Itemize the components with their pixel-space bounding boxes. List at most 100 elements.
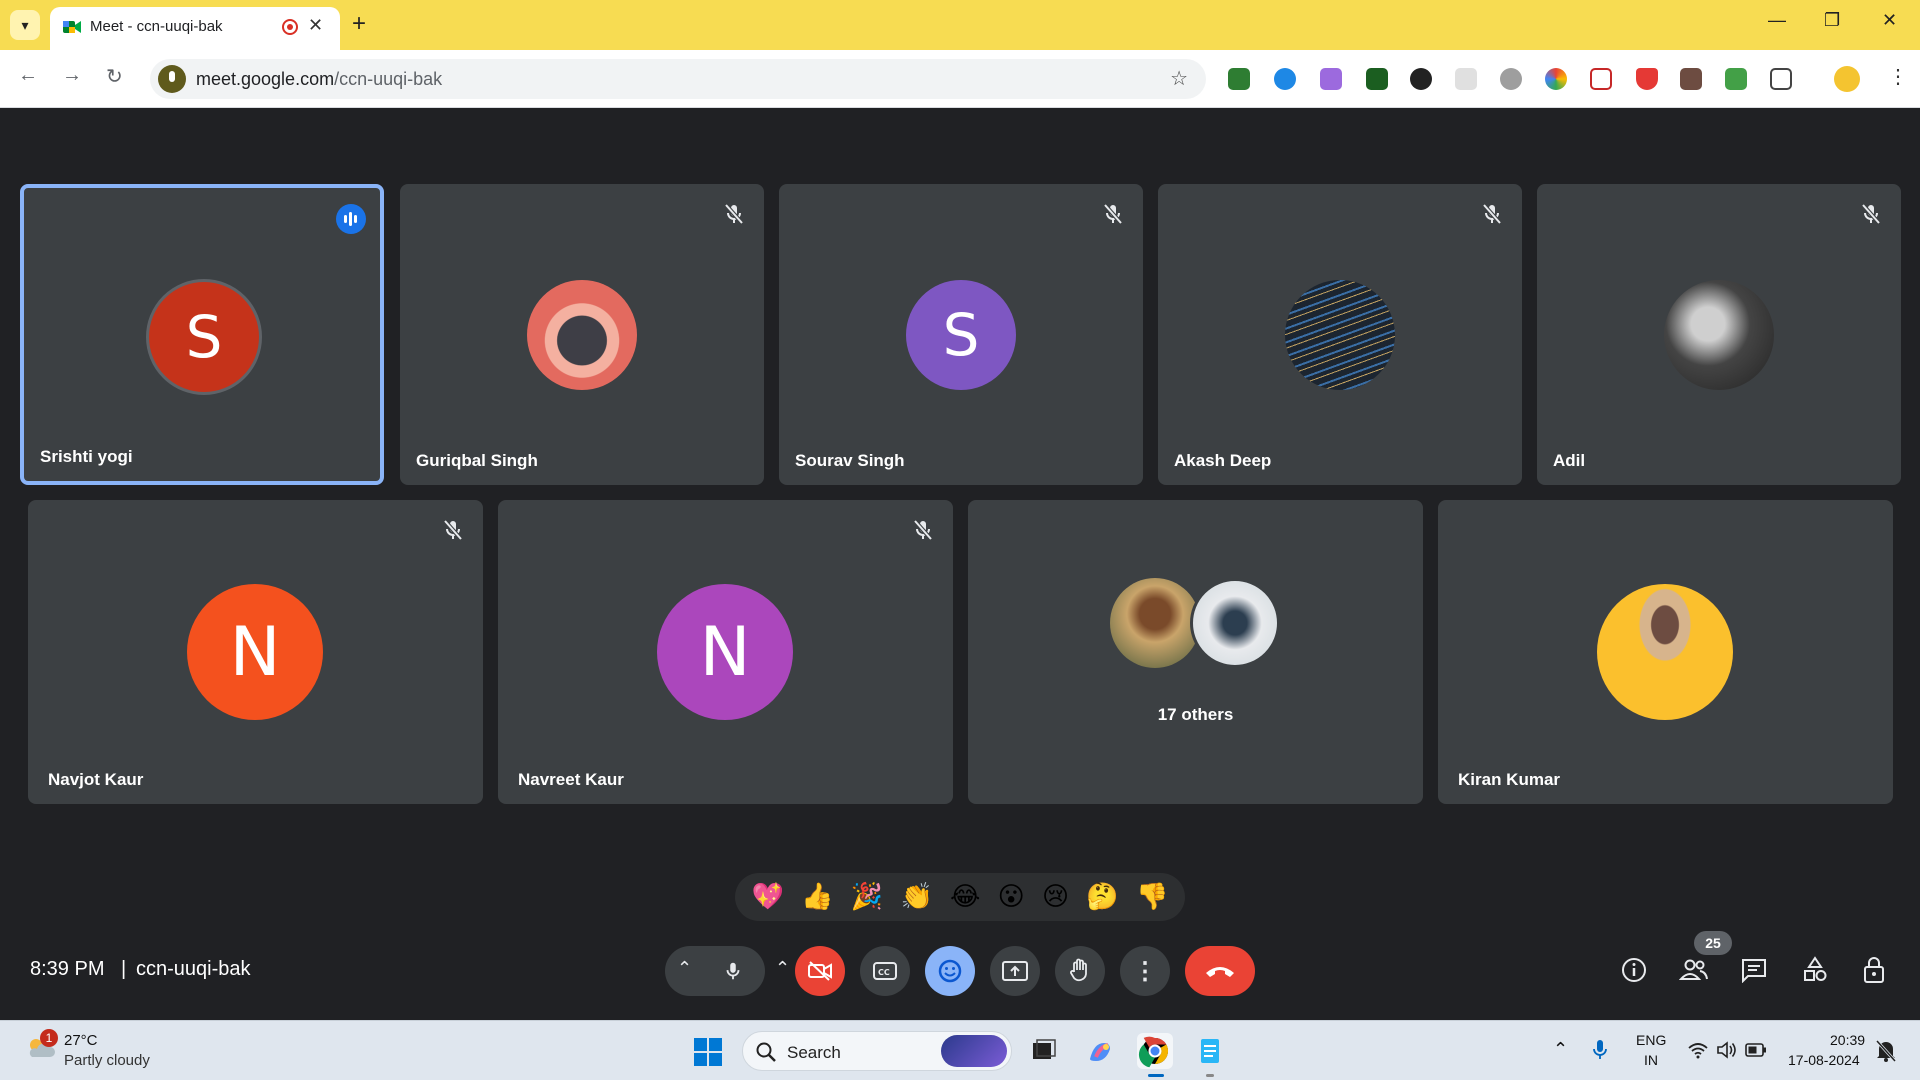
activities-button[interactable] — [1798, 953, 1832, 987]
reaction-heart[interactable]: 💖 — [752, 882, 784, 912]
more-options-button[interactable]: ⋮ — [1120, 946, 1170, 996]
weather-condition[interactable]: Partly cloudy — [64, 1052, 150, 1069]
meeting-code: ccn-uuqi-bak — [136, 958, 251, 980]
reload-icon[interactable]: ↻ — [106, 64, 123, 89]
people-button[interactable] — [1677, 953, 1711, 987]
avatar: N — [657, 584, 793, 720]
meeting-info-button[interactable] — [1617, 953, 1651, 987]
present-button[interactable] — [990, 946, 1040, 996]
chat-icon — [1742, 959, 1766, 983]
tab-meet[interactable]: Meet - ccn-uuqi-bak ✕ — [50, 7, 340, 50]
extension-color-icon[interactable] — [1545, 68, 1567, 90]
extensions-puzzle-icon[interactable] — [1770, 68, 1792, 90]
reaction-laugh[interactable]: 😂 — [950, 882, 980, 912]
task-view-icon[interactable] — [1025, 1033, 1061, 1069]
weather-temperature[interactable]: 27°C — [64, 1032, 98, 1049]
reaction-thumbs-up[interactable]: 👍 — [801, 882, 833, 912]
extension-grammarly-icon[interactable] — [1500, 68, 1522, 90]
mic-button[interactable] — [711, 949, 755, 993]
avatar-photo — [1285, 280, 1395, 390]
mic-options-icon[interactable]: ⌃ — [677, 958, 692, 979]
emoji-button[interactable] — [925, 946, 975, 996]
avatar-photo — [1110, 578, 1200, 668]
camera-options-icon[interactable]: ⌃ — [775, 958, 790, 979]
participant-tile[interactable]: Kiran Kumar — [1438, 500, 1893, 804]
extension-shield-icon[interactable] — [1636, 68, 1658, 90]
participant-tile[interactable]: Akash Deep — [1158, 184, 1522, 485]
taskbar-search-box[interactable]: Search — [742, 1031, 1012, 1071]
tab-close-icon[interactable]: ✕ — [308, 15, 323, 36]
extension-green-icon[interactable] — [1366, 68, 1388, 90]
show-hidden-icons-icon[interactable]: ⌃ — [1553, 1039, 1568, 1060]
reaction-thumbs-down[interactable]: 👎 — [1136, 882, 1168, 912]
language-line1[interactable]: ENG — [1636, 1032, 1666, 1048]
avatar-photo — [527, 280, 637, 390]
back-icon[interactable]: ← — [18, 64, 38, 87]
host-controls-button[interactable] — [1858, 953, 1892, 987]
captions-button[interactable]: CC — [860, 946, 910, 996]
extension-arrow-icon[interactable] — [1725, 68, 1747, 90]
meeting-separator: | — [121, 958, 127, 980]
language-line2[interactable]: IN — [1644, 1052, 1658, 1068]
emoji-icon — [938, 959, 962, 983]
participant-name: Navjot Kaur — [48, 770, 144, 789]
clock-date[interactable]: 17-08-2024 — [1788, 1052, 1860, 1068]
extension-purple-icon[interactable] — [1320, 68, 1342, 90]
mic-off-icon — [913, 519, 933, 541]
extension-grid-icon[interactable] — [1455, 68, 1477, 90]
forward-icon[interactable]: → — [62, 64, 82, 87]
avatar: N — [187, 584, 323, 720]
extension-pen-icon[interactable] — [1228, 68, 1250, 90]
participant-tile[interactable]: Guriqbal Singh — [400, 184, 764, 485]
extension-x-icon[interactable] — [1680, 68, 1702, 90]
raise-hand-icon — [1070, 958, 1087, 982]
notepad-icon[interactable] — [1192, 1033, 1228, 1069]
camera-off-button[interactable] — [795, 946, 845, 996]
participant-name: Guriqbal Singh — [416, 451, 538, 470]
participant-name: Kiran Kumar — [1458, 770, 1561, 789]
others-tile[interactable]: 17 others — [968, 500, 1423, 804]
minimize-button[interactable]: — — [1768, 10, 1786, 31]
avatar: S — [146, 279, 262, 395]
tray-mic-icon[interactable] — [1592, 1039, 1608, 1061]
tab-search-button[interactable]: ▾ — [10, 10, 40, 40]
reaction-thinking[interactable]: 🤔 — [1086, 882, 1118, 912]
bookmark-star-icon[interactable]: ☆ — [1170, 66, 1188, 91]
extension-sync-icon[interactable] — [1274, 68, 1296, 90]
avatar-photo — [1597, 584, 1733, 720]
chrome-active-indicator — [1148, 1074, 1164, 1077]
restore-button[interactable]: ❐ — [1824, 10, 1840, 31]
reaction-surprised[interactable]: 😮 — [998, 882, 1025, 912]
reaction-clap[interactable]: 👏 — [900, 882, 932, 912]
copilot-icon[interactable] — [1082, 1033, 1118, 1069]
extension-w-icon[interactable] — [1410, 68, 1432, 90]
volume-icon[interactable] — [1716, 1040, 1738, 1060]
windows-start-icon[interactable] — [693, 1037, 723, 1067]
participant-tile[interactable]: N Navreet Kaur — [498, 500, 953, 804]
wifi-icon[interactable] — [1688, 1041, 1708, 1059]
chrome-taskbar-icon[interactable] — [1137, 1033, 1173, 1069]
chat-button[interactable] — [1737, 953, 1771, 987]
battery-icon[interactable] — [1745, 1042, 1767, 1058]
mic-off-icon — [1103, 203, 1123, 225]
notifications-bell-icon[interactable] — [1875, 1039, 1897, 1063]
site-mic-icon[interactable] — [158, 65, 186, 93]
svg-text:CC: CC — [878, 968, 890, 977]
reaction-party[interactable]: 🎉 — [851, 882, 883, 912]
participant-name: Navreet Kaur — [518, 770, 624, 789]
participant-tile[interactable]: S Sourav Singh — [779, 184, 1143, 485]
reaction-sad[interactable]: 😢 — [1042, 882, 1069, 912]
extension-url-icon[interactable] — [1590, 68, 1612, 90]
participant-tile[interactable]: Adil — [1537, 184, 1901, 485]
new-tab-button[interactable]: + — [352, 10, 366, 38]
clock-time[interactable]: 20:39 — [1830, 1032, 1865, 1048]
participant-tile[interactable]: N Navjot Kaur — [28, 500, 483, 804]
participant-tile[interactable]: S Srishti yogi — [20, 184, 384, 485]
leave-call-button[interactable] — [1185, 946, 1255, 996]
browser-menu-icon[interactable]: ⋮ — [1888, 64, 1908, 89]
window-close-button[interactable]: ✕ — [1882, 10, 1897, 31]
reactions-bar: 💖 👍 🎉 👏 😂 😮 😢 🤔 👎 — [735, 873, 1185, 921]
profile-avatar[interactable] — [1834, 66, 1860, 92]
omnibox[interactable]: meet.google.com/ccn-uuqi-bak ☆ — [150, 59, 1206, 99]
raise-hand-button[interactable] — [1055, 946, 1105, 996]
